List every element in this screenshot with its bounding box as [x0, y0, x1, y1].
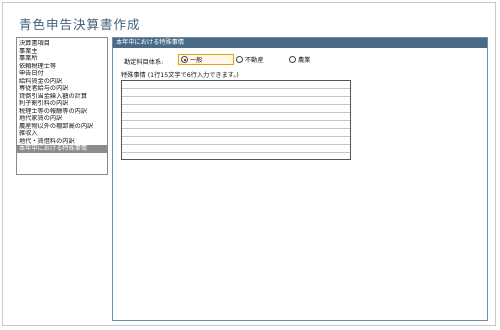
- sidebar-item-tokushu-jijo[interactable]: 本年中における特殊事情: [17, 145, 107, 153]
- sidebar-item-zatsushunyu[interactable]: 雑収入: [17, 130, 107, 138]
- content-panel: 本年中における特殊事情 勘定科目体系: 一般 不動産 農業 特殊事情 (1行15…: [112, 37, 488, 321]
- sidebar-item-kyuryo-chingin[interactable]: 給料賃金の内訳: [17, 78, 107, 86]
- sidebar-item-jigyosho[interactable]: 事業所: [17, 55, 107, 63]
- special-circumstances-label: 特殊事情 (1行15文字で6行入力できます。): [121, 72, 239, 79]
- sidebar-list[interactable]: 決算書項目 事業主 事業所 依頼税理士等 申告日付 給料賃金の内訳 専従者給与の…: [16, 37, 108, 175]
- sidebar-item-rishi-waribiki[interactable]: 利子割引料の内訳: [17, 100, 107, 108]
- sidebar-item-kessansho-komoku[interactable]: 決算書項目: [17, 40, 107, 48]
- sidebar-item-jigyonushi[interactable]: 事業主: [17, 48, 107, 56]
- sidebar-item-shinkoku-hizuke[interactable]: 申告日付: [17, 70, 107, 78]
- special-circumstances-textarea[interactable]: [121, 80, 351, 160]
- sidebar-item-zeirishi-hoshu[interactable]: 税理士等の報酬等の内訳: [17, 108, 107, 116]
- sidebar-item-senjusha-kyuyo[interactable]: 専従者給与の内訳: [17, 85, 107, 93]
- panel-header: 本年中における特殊事情: [113, 38, 487, 48]
- sidebar-item-kashidaore[interactable]: 貸倒引当金繰入額の計算: [17, 93, 107, 101]
- radio-nogyo-label: 農業: [298, 57, 311, 64]
- account-system-label: 勘定科目体系:: [124, 59, 164, 66]
- radio-ippan-label: 一般: [190, 57, 203, 64]
- app-window: 青色申告決算書作成 決算書項目 事業主 事業所 依頼税理士等 申告日付 給料賃金…: [2, 2, 496, 326]
- radio-ippan[interactable]: 一般: [178, 54, 234, 65]
- sidebar-item-chidai-yachin[interactable]: 地代家賃の内訳: [17, 115, 107, 123]
- radio-fudosan-label: 不動産: [245, 57, 264, 64]
- sidebar-item-chidai-chinshakuryo[interactable]: 地代・賃借料の内訳: [17, 138, 107, 146]
- radio-fudosan[interactable]: 不動産: [236, 54, 264, 65]
- radio-unchecked-icon: [289, 56, 296, 63]
- radio-checked-icon: [181, 56, 188, 63]
- sidebar-item-irai-zeirishi[interactable]: 依頼税理士等: [17, 63, 107, 71]
- app-title: 青色申告決算書作成: [19, 17, 141, 32]
- radio-unchecked-icon: [236, 56, 243, 63]
- sidebar-item-tanaoroshi[interactable]: 農産物以外の棚卸高の内訳: [17, 123, 107, 131]
- radio-nogyo[interactable]: 農業: [289, 54, 310, 65]
